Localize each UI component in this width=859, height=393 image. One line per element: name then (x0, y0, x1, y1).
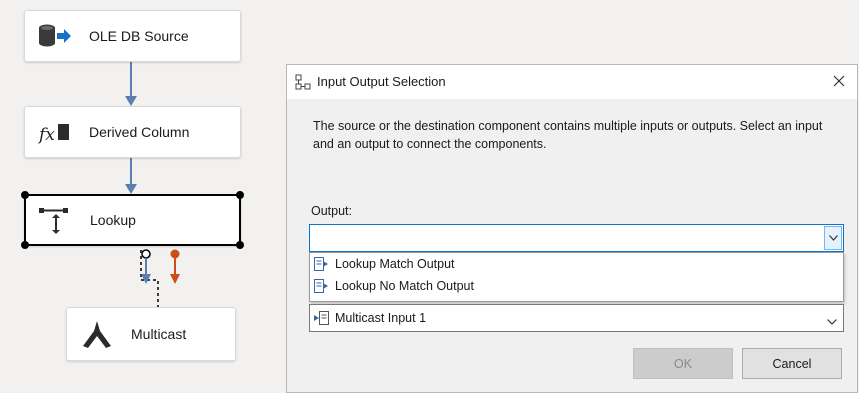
dialog-body: The source or the destination component … (287, 99, 857, 392)
cancel-button[interactable]: Cancel (742, 348, 842, 379)
output-dropdown-list: Lookup Match Output Lookup No Match Outp… (309, 252, 844, 302)
derived-column-label: Derived Column (89, 124, 190, 140)
chevron-down-icon (828, 235, 838, 241)
derived-column-component[interactable]: fx Derived Column (24, 106, 241, 158)
path-derived-to-lookup-arrowhead (125, 184, 137, 194)
multicast-icon (75, 308, 119, 360)
lookup-component[interactable]: Lookup (21, 191, 244, 249)
multicast-label: Multicast (131, 326, 187, 342)
output-option-lookup-no-match[interactable]: Lookup No Match Output (310, 275, 843, 297)
output-option-label: Lookup No Match Output (335, 279, 474, 293)
output-combobox[interactable] (309, 224, 844, 252)
output-label: Output: (311, 204, 352, 218)
dialog-titlebar[interactable]: Input Output Selection (287, 65, 857, 99)
input-combobox[interactable]: Multicast Input 1 (309, 304, 844, 332)
resize-handle-bottom-left[interactable] (21, 241, 29, 249)
input-port-icon (314, 311, 329, 325)
dialog-title: Input Output Selection (317, 74, 446, 89)
input-combobox-value: Multicast Input 1 (335, 311, 427, 325)
close-icon (833, 75, 845, 87)
output-connector-blue (141, 249, 151, 259)
derived-column-icon: fx (33, 107, 77, 157)
input-dropdown-button[interactable] (827, 312, 837, 330)
svg-text:fx: fx (38, 125, 55, 145)
ole-db-source-label: OLE DB Source (89, 28, 189, 44)
ok-button[interactable]: OK (633, 348, 733, 379)
resize-handle-top-left[interactable] (21, 191, 29, 199)
input-output-selection-dialog: Input Output Selection The source or the… (286, 64, 858, 393)
resize-handle-bottom-right[interactable] (236, 241, 244, 249)
error-output-arrow-head (170, 274, 180, 284)
input-output-selection-icon (295, 74, 311, 95)
output-dropdown-button[interactable] (824, 226, 842, 250)
output-option-label: Lookup Match Output (335, 257, 455, 271)
lookup-label: Lookup (90, 212, 136, 228)
lookup-icon (34, 196, 78, 244)
error-output-connector (170, 249, 180, 259)
output-option-lookup-match[interactable]: Lookup Match Output (310, 253, 843, 275)
ole-db-source-component[interactable]: OLE DB Source (24, 10, 241, 62)
chevron-down-icon (827, 319, 837, 325)
ole-db-source-icon (33, 11, 77, 61)
output-port-icon (314, 279, 329, 293)
multicast-component[interactable]: Multicast (66, 307, 236, 361)
path-ole-to-derived-arrowhead (125, 96, 137, 106)
output-port-icon (314, 257, 329, 271)
close-button[interactable] (829, 71, 849, 91)
dialog-description: The source or the destination component … (313, 119, 823, 151)
output-arrow-blue-head (141, 274, 151, 284)
resize-handle-top-right[interactable] (236, 191, 244, 199)
